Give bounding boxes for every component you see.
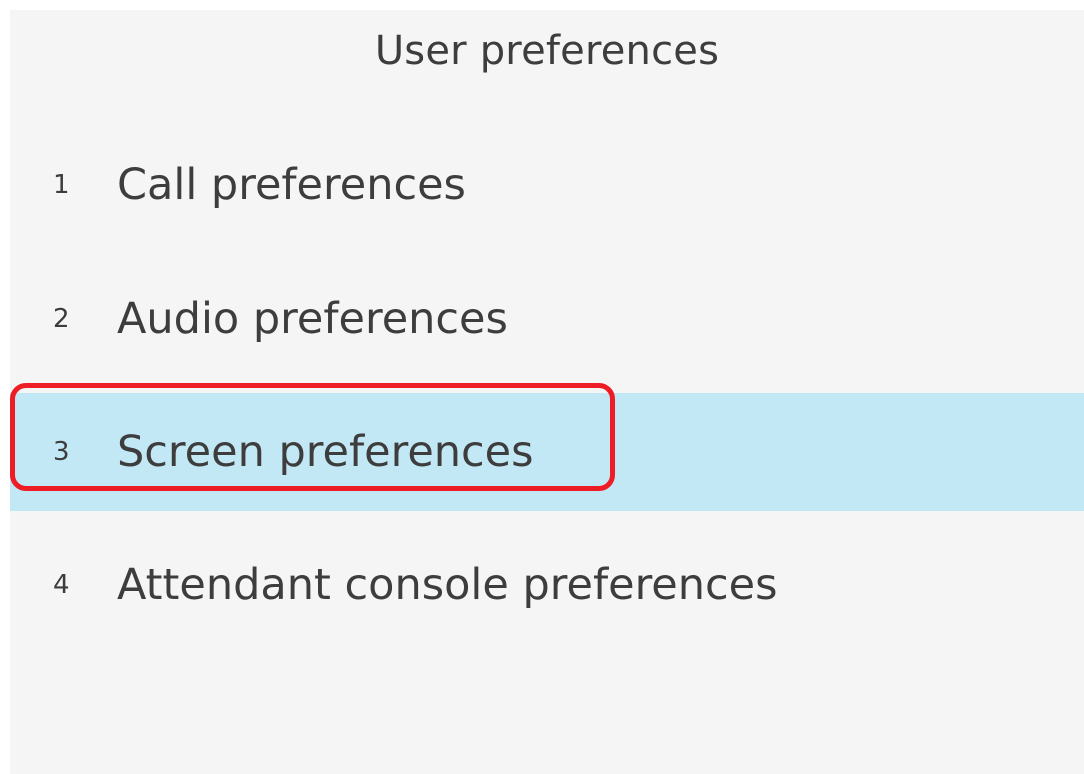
menu-item-audio-preferences[interactable]: 2 Audio preferences (10, 260, 1084, 378)
menu-item-attendant-console-preferences[interactable]: 4 Attendant console preferences (10, 526, 1084, 644)
menu-item-number: 2 (53, 304, 70, 334)
menu-item-number: 1 (53, 170, 70, 200)
menu-item-number: 3 (53, 437, 70, 467)
menu-item-number: 4 (53, 570, 70, 600)
phone-screen: User preferences 1 Call preferences 2 Au… (10, 10, 1084, 774)
page-title: User preferences (374, 28, 720, 74)
menu-item-call-preferences[interactable]: 1 Call preferences (10, 126, 1084, 244)
menu-item-screen-preferences[interactable]: 3 Screen preferences (10, 393, 1084, 511)
menu-item-label: Call preferences (117, 160, 466, 210)
menu-item-label: Attendant console preferences (117, 560, 778, 610)
menu-item-label: Screen preferences (117, 427, 534, 477)
menu-item-label: Audio preferences (117, 294, 508, 344)
